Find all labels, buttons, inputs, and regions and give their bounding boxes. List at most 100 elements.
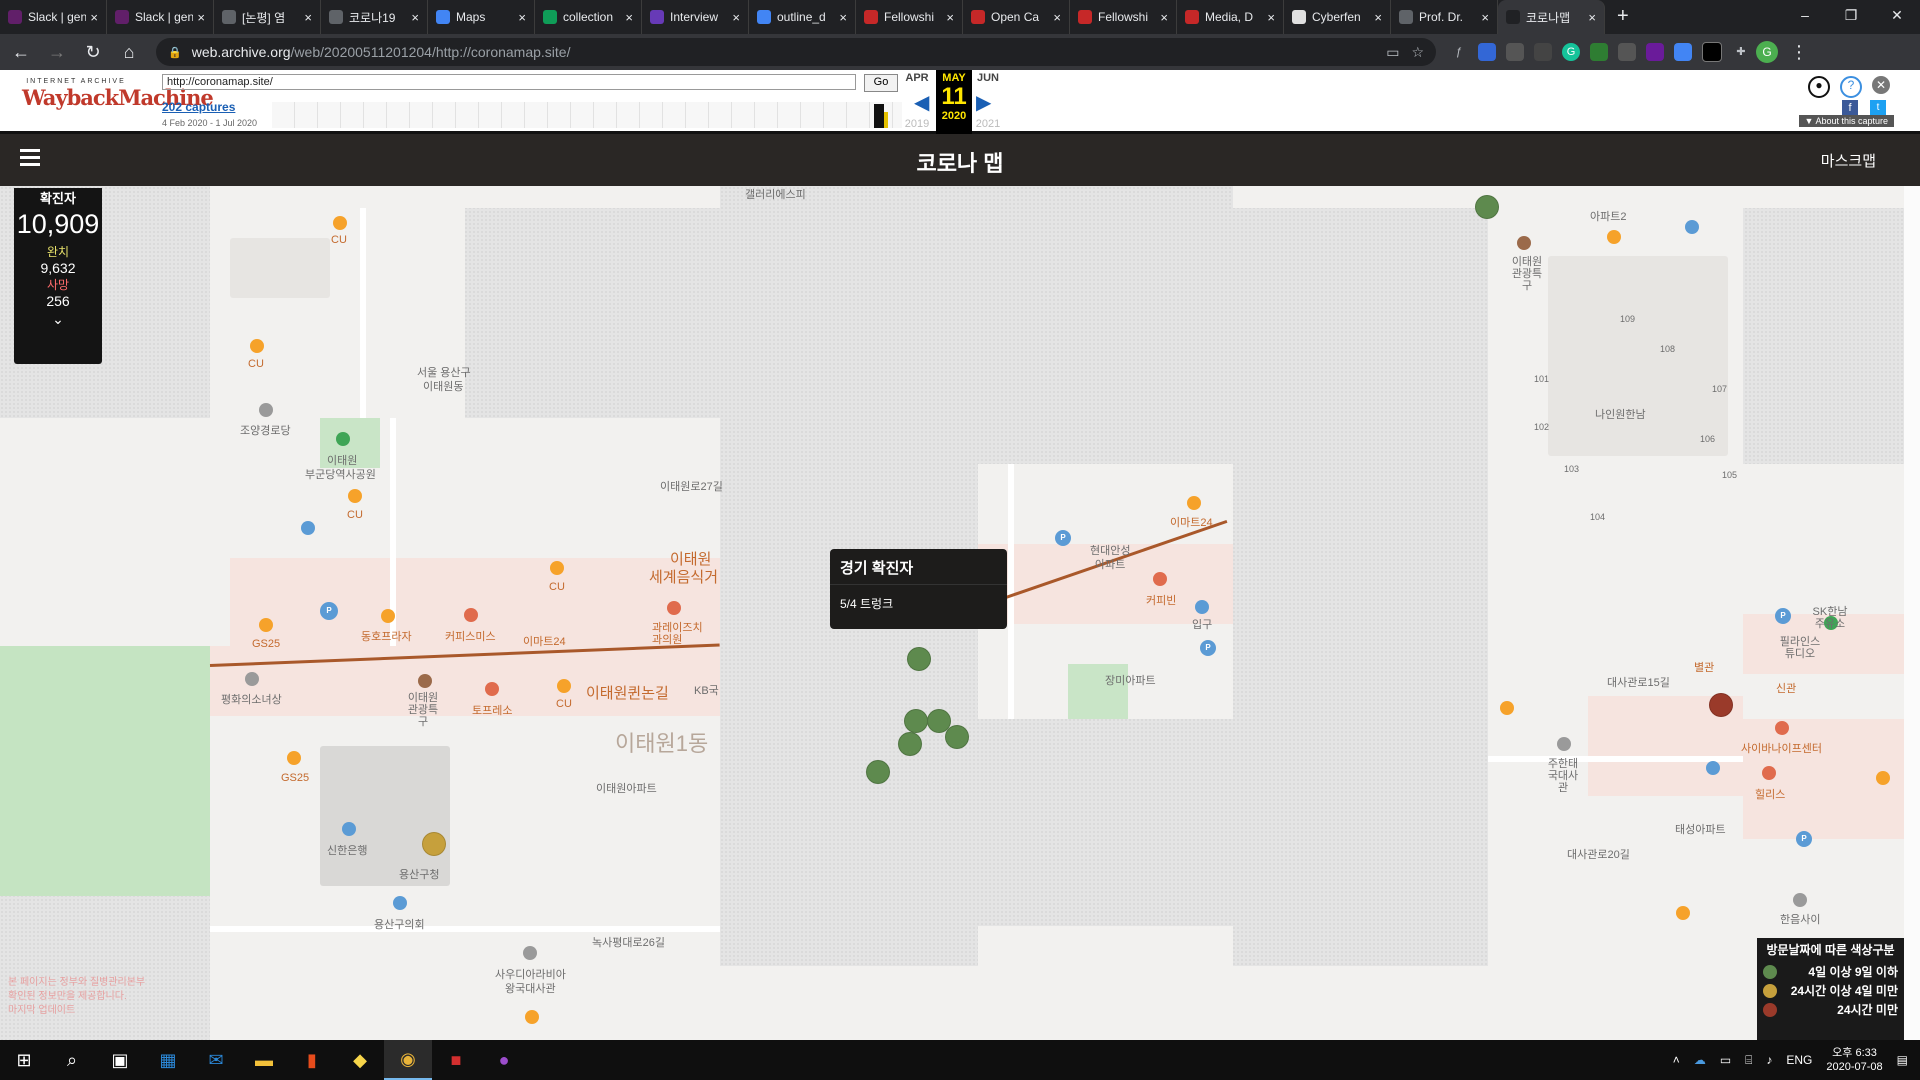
tab-close-icon[interactable]: × [1588,10,1596,25]
case-marker[interactable] [945,725,969,749]
tab-close-icon[interactable]: × [946,10,954,25]
about-capture-button[interactable]: ▼ About this capture [1798,115,1894,127]
close-wayback-icon[interactable]: ✕ [1872,76,1890,94]
puzzle-icon[interactable]: ✚ [1732,43,1750,61]
case-marker[interactable] [422,832,446,856]
task-view-icon[interactable]: ▣ [96,1040,144,1080]
wayback-captures-link[interactable]: 202 captures [162,100,235,114]
mask-map-link[interactable]: 마스크맵 [1821,150,1876,171]
browser-tab[interactable]: Interview × [642,0,749,34]
browser-tab[interactable]: outline_d × [749,0,856,34]
tab-close-icon[interactable]: × [732,10,740,25]
formula-extension-icon[interactable]: ƒ [1450,43,1468,61]
bookmark-star-icon[interactable]: ☆ [1411,44,1424,61]
glasses-extension-icon[interactable] [1646,43,1664,61]
prev-year-label[interactable]: 2019 [897,118,937,130]
case-marker[interactable] [907,647,931,671]
browser-tab[interactable]: 코로나맵 × [1498,0,1605,34]
location-extension-icon[interactable] [1618,43,1636,61]
browser-tab[interactable]: Cyberfen × [1284,0,1391,34]
tab-close-icon[interactable]: × [411,10,419,25]
case-marker[interactable] [904,709,928,733]
volume-icon[interactable]: ♪ [1766,1053,1772,1067]
profile-avatar[interactable]: G [1756,41,1778,63]
grammarly-extension-icon[interactable]: G [1562,43,1580,61]
case-marker[interactable] [1475,195,1499,219]
browser-tab[interactable]: Fellowshi × [856,0,963,34]
browser-tab[interactable]: Slack | gene× [107,0,214,34]
wayback-logo[interactable]: INTERNET ARCHIVE WaybackMachine [22,78,214,124]
battery-icon[interactable]: ▭ [1720,1053,1731,1067]
next-year-label[interactable]: 2021 [968,118,1008,130]
minimize-button[interactable]: – [1782,0,1828,30]
media-app-icon[interactable]: ● [480,1040,528,1080]
browser-tab[interactable]: [논평] 염 × [214,0,321,34]
notifications-icon[interactable]: ▤ [1897,1053,1908,1067]
tray-chevron-icon[interactable]: ˄ [1673,1053,1680,1067]
calendar-app-icon[interactable]: ▦ [144,1040,192,1080]
new-tab-button[interactable]: + [1617,5,1629,28]
maximize-button[interactable]: ❐ [1828,0,1874,30]
file-explorer-icon[interactable]: ▬ [240,1040,288,1080]
home-icon[interactable]: ⌂ [114,42,144,63]
back-icon[interactable]: ← [6,42,36,63]
mail-app-icon[interactable]: ✉ [192,1040,240,1080]
terminal-extension-icon[interactable] [1702,42,1722,62]
tab-close-icon[interactable]: × [839,10,847,25]
prev-capture-arrow-icon[interactable]: ◀ [914,90,929,115]
case-marker[interactable] [1709,693,1733,717]
address-bar[interactable]: 🔒 web.archive.org/web/20200511201204/htt… [156,38,1436,66]
prev-month-label[interactable]: APR [897,72,937,84]
case-marker[interactable] [866,760,890,784]
user-icon[interactable]: ● [1808,76,1830,98]
browser-tab[interactable]: Maps × [428,0,535,34]
tab-close-icon[interactable]: × [518,10,526,25]
browser-tab[interactable]: Slack | gene× [0,0,107,34]
next-month-label[interactable]: JUN [968,72,1008,84]
network-icon[interactable]: ⌸ [1745,1053,1752,1068]
cast-icon[interactable]: ▭ [1386,44,1399,61]
browser-tab[interactable]: Prof. Dr. × [1391,0,1498,34]
reload-icon[interactable]: ↻ [78,42,108,63]
expand-chevron-icon[interactable]: ⌄ [14,311,102,328]
page-scrollbar[interactable] [1904,186,1920,1040]
tab-close-icon[interactable]: × [1160,10,1168,25]
forward-icon[interactable]: → [42,42,72,63]
tab-close-icon[interactable]: × [1267,10,1275,25]
docs-extension-icon[interactable] [1674,43,1692,61]
shield-extension-icon[interactable] [1478,43,1496,61]
windows-start-icon[interactable]: ⊞ [0,1040,48,1080]
sticky-notes-icon[interactable]: ◆ [336,1040,384,1080]
tab-close-icon[interactable]: × [625,10,633,25]
twitter-icon[interactable]: t [1870,100,1886,116]
save-extension-icon[interactable] [1590,43,1608,61]
taskbar-clock[interactable]: 오후 6:33 2020-07-08 [1826,1046,1882,1074]
facebook-icon[interactable]: f [1842,100,1858,116]
wayback-url-input[interactable]: http://coronamap.site/ [162,74,856,90]
tab-close-icon[interactable]: × [197,10,205,25]
help-icon[interactable]: ? [1840,76,1862,98]
browser-tab[interactable]: collection × [535,0,642,34]
browser-tab[interactable]: Fellowshi × [1070,0,1177,34]
tab-close-icon[interactable]: × [1053,10,1061,25]
office-app-icon[interactable]: ▮ [288,1040,336,1080]
onedrive-icon[interactable]: ☁ [1694,1053,1706,1067]
case-marker[interactable] [898,732,922,756]
chrome-app-icon[interactable]: ◉ [384,1040,432,1080]
next-capture-arrow-icon[interactable]: ▶ [976,90,991,115]
menu-kebab-icon[interactable]: ⋮ [1784,42,1814,63]
tab-close-icon[interactable]: × [304,10,312,25]
browser-tab[interactable]: 코로나19 × [321,0,428,34]
browser-tab[interactable]: Media, D × [1177,0,1284,34]
input-language[interactable]: ENG [1786,1053,1812,1067]
wayback-sparkline[interactable] [272,102,902,128]
search-icon[interactable]: ⌕ [48,1040,96,1080]
crop-extension-icon[interactable] [1534,43,1552,61]
wayback-go-button[interactable]: Go [864,74,898,92]
tab-close-icon[interactable]: × [1481,10,1489,25]
close-window-button[interactable]: ✕ [1874,0,1920,30]
tab-close-icon[interactable]: × [90,10,98,25]
acrobat-app-icon[interactable]: ■ [432,1040,480,1080]
camera-extension-icon[interactable] [1506,43,1524,61]
browser-tab[interactable]: Open Ca × [963,0,1070,34]
